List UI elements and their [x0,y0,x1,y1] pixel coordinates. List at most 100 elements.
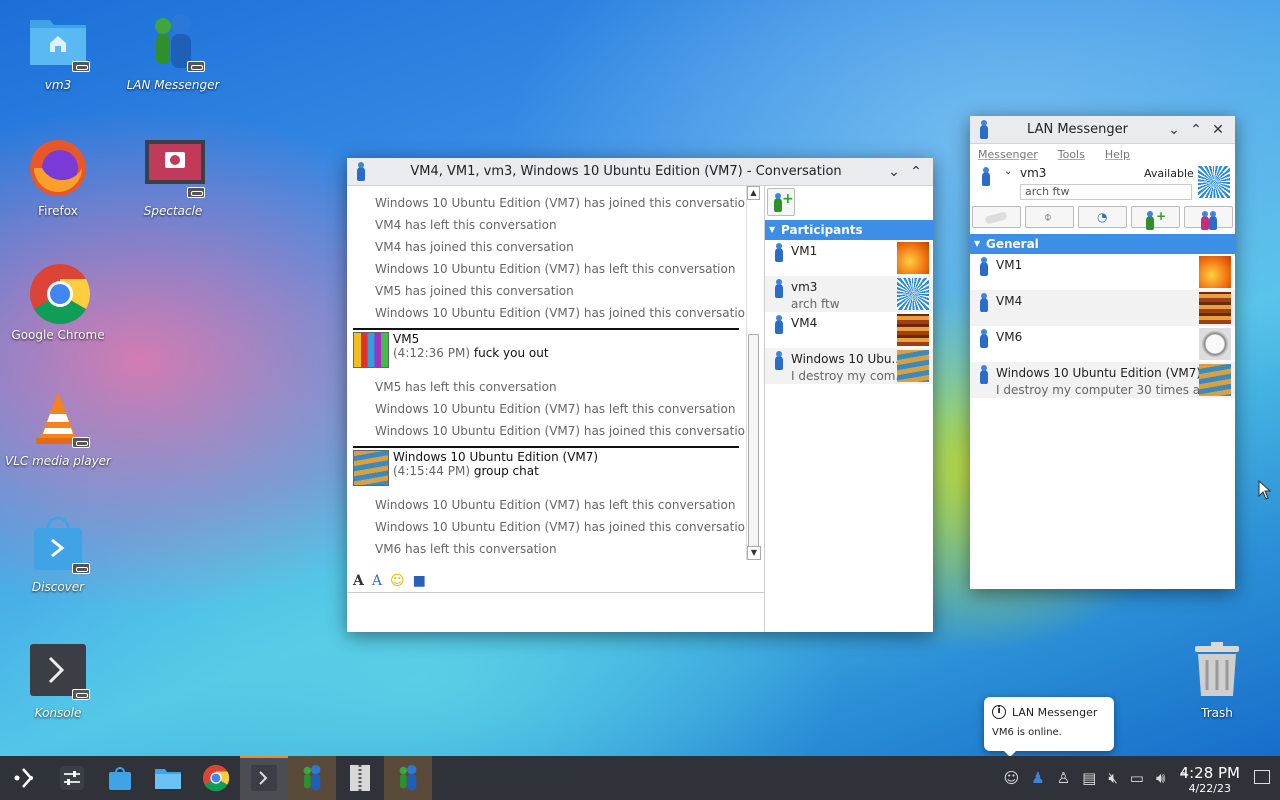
font-color-icon[interactable]: A [372,573,382,589]
taskbar-chrome[interactable] [192,756,240,800]
maximize-button[interactable]: ⌃ [905,164,927,180]
availability-status[interactable]: Available [1144,167,1194,180]
desktop-icon-trash[interactable]: Trash [1162,640,1272,720]
contact-status: I destroy my computer 30 times a da... [996,383,1231,397]
add-contact-button[interactable]: + [1131,206,1180,230]
application-launcher-button[interactable] [0,756,48,800]
desktop-icon-discover[interactable]: Discover [3,514,113,594]
sender-avatar [353,332,389,368]
taskbar-archive-manager[interactable] [336,756,384,800]
plus-icon: + [782,191,794,207]
desktop-icon-konsole[interactable]: Konsole [3,640,113,720]
desktop-icon-label: Discover [31,580,85,594]
messenger-titlebar[interactable]: LAN Messenger ⌄ ⌃ ✕ [970,116,1235,144]
scrollbar-thumb[interactable] [748,334,759,550]
desktop-icon-vm3[interactable]: vm3 [3,12,113,92]
contacts-tray-icon[interactable]: ♙ [1057,769,1070,787]
participant-row[interactable]: Windows 10 Ubu... I destroy my com... [765,348,933,384]
contact-name: VM4 [996,294,1023,308]
contact-row[interactable]: Windows 10 Ubuntu Edition (VM7) I destro… [970,362,1235,398]
message-input[interactable] [347,594,764,632]
taskbar-file-manager[interactable] [144,756,192,800]
lan-messenger-tray-icon[interactable]: ♟ [1031,769,1044,787]
user-icon [982,167,990,186]
font-icon[interactable]: A [353,573,364,589]
contact-avatar [1199,292,1231,324]
desktop-icon-lan-messenger[interactable]: LAN Messenger [118,12,228,92]
messenger-title: LAN Messenger [1027,122,1128,137]
file-transfer-button[interactable]: ⌽ [1025,206,1074,228]
contact-row[interactable]: VM6 [970,326,1235,362]
participant-row[interactable]: vm3 arch ftw [765,276,933,312]
participant-name: Windows 10 Ubu... [791,352,903,366]
scroll-up-arrow-icon[interactable]: ▲ [747,186,760,200]
user-avatar[interactable] [1198,166,1230,198]
message-log-scrollbar[interactable]: ▲ ▼ [746,186,761,560]
participant-avatar [897,242,929,274]
rss-button[interactable]: ◔ [1078,206,1127,228]
mute-icon[interactable]: 🔇︎ [1108,769,1117,787]
smiley-icon[interactable]: ☺ [390,573,405,589]
broadcast-button[interactable] [972,206,1021,228]
taskbar-lan-messenger-conversation[interactable] [288,756,336,800]
message-time: (4:15:44 PM) [393,464,471,478]
user-icon [980,365,988,384]
message-text: fuck you out [473,346,549,360]
user-icon [775,279,783,298]
volume-icon[interactable]: 🔊︎ [1156,769,1165,787]
trash-icon [1187,640,1247,700]
participant-row[interactable]: VM4 [765,312,933,348]
desktop-icon-firefox[interactable]: Firefox [3,138,113,218]
participant-row[interactable]: VM1 [765,240,933,276]
network-icon[interactable]: ▭ [1130,769,1144,787]
lan-messenger-icon [303,764,321,791]
conversation-titlebar[interactable]: VM4, VM1, vm3, Windows 10 Ubuntu Edition… [347,158,933,186]
user-name: vm3 [1020,166,1047,180]
desktop-icon-spectacle[interactable]: Spectacle [118,138,228,218]
contact-row[interactable]: VM1 [970,254,1235,290]
group-button[interactable] [1184,206,1233,230]
desktop-icon-label: Konsole [34,706,82,720]
status-message-input[interactable]: arch ftw [1020,184,1192,200]
system-tray: ☺ ♟ ♙ ▤ 🔇︎ ▭ 🔊︎ ⌃ [1004,756,1190,800]
close-button[interactable]: ✕ [1207,122,1229,138]
clock[interactable]: 4:28 PM 4/22/23 [1180,764,1240,795]
taskbar-discover[interactable] [96,756,144,800]
clipboard-icon[interactable]: ▤ [1082,769,1096,787]
minimize-button[interactable]: ⌄ [1163,122,1185,138]
participants-header[interactable]: Participants [765,220,933,240]
notification-popup[interactable]: i LAN Messenger VM6 is online. [984,697,1114,757]
menu-help[interactable]: Help [1105,148,1130,161]
desktop-icon-vlc[interactable]: VLC media player [3,388,113,468]
user-tray-icon[interactable]: ☺ [1004,769,1020,787]
taskbar-konsole[interactable] [240,756,288,800]
maximize-button[interactable]: ⌃ [1185,122,1207,138]
desktop-icon-google-chrome[interactable]: Google Chrome [3,262,113,342]
desktop-icon-label: vm3 [44,78,72,92]
scroll-down-arrow-icon[interactable]: ▼ [747,546,761,560]
minimize-button[interactable]: ⌄ [883,164,905,180]
add-participant-button[interactable]: + [767,188,795,216]
menu-tools[interactable]: Tools [1058,148,1085,161]
user-icon [775,351,783,370]
taskbar-lan-messenger-main[interactable] [384,756,432,800]
contact-row[interactable]: VM4 [970,290,1235,326]
user-status-bar: ⌄ vm3 Available arch ftw [970,164,1235,202]
show-desktop-button[interactable] [1254,770,1270,784]
contact-avatar [1199,256,1231,288]
status-dropdown-chevron-icon[interactable]: ⌄ [1004,166,1012,177]
terminal-icon [251,765,277,791]
contact-group-header[interactable]: General [970,234,1235,254]
save-icon[interactable]: ■ [413,573,426,589]
chrome-icon [28,262,91,325]
system-message: Windows 10 Ubuntu Edition (VM7) has join… [375,196,747,210]
taskbar-system-settings[interactable] [48,756,96,800]
system-message: VM4 has joined this conversation [375,240,574,254]
attachment-icon: ⌽ [1044,210,1052,225]
link-badge-icon [72,689,90,700]
menu-messenger[interactable]: Messenger [978,148,1038,161]
notification-app-name: LAN Messenger [1012,705,1098,719]
user-icon [775,315,783,334]
desktop-icon-label: Trash [1201,706,1233,720]
discover-bag-icon [109,767,131,790]
